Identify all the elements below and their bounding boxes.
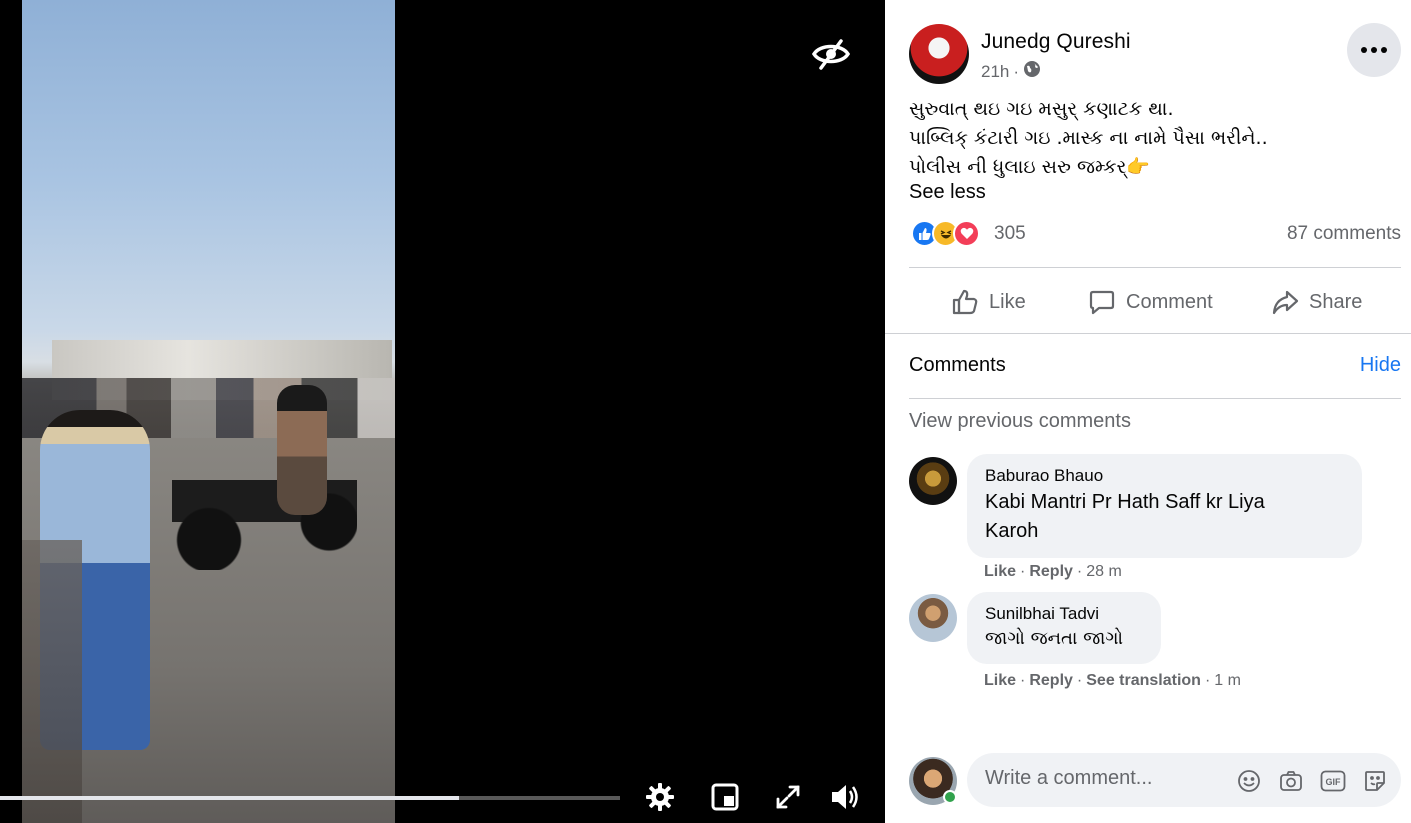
post-time[interactable]: 21h: [981, 62, 1009, 82]
video-frame[interactable]: [22, 0, 395, 823]
volume-icon[interactable]: [828, 780, 862, 814]
reaction-count: 305: [994, 222, 1026, 244]
section-divider: [885, 333, 1411, 334]
comment-actions: Like · Reply · See translation · 1 m: [984, 672, 1241, 690]
meta-separator: ·: [1013, 61, 1020, 81]
post-side-panel: Junedg Qureshi 21h · સુરુવાત્ થઇ ગઇ મસુર…: [885, 0, 1411, 823]
more-options-button[interactable]: [1347, 23, 1401, 77]
comment-reply-link[interactable]: Reply: [1029, 563, 1073, 581]
svg-text:GIF: GIF: [1326, 777, 1342, 787]
comments-heading: Comments: [909, 354, 1006, 376]
post-meta: 21h ·: [981, 60, 1041, 83]
comment-time[interactable]: 1 m: [1214, 672, 1241, 690]
love-reaction-icon: [953, 220, 980, 247]
fullscreen-icon[interactable]: [771, 780, 805, 814]
comment-text: Karoh: [985, 520, 1039, 542]
post-text-line: પાબ્લિક્ કંટારી ગઇ .માસ્ક ના નામે પૈસા ભ…: [909, 127, 1268, 149]
gif-icon[interactable]: GIF: [1319, 767, 1347, 795]
like-label: Like: [989, 290, 1026, 313]
like-button[interactable]: Like: [951, 280, 1026, 324]
post-text: સુરુવાત્ થઇ ગઇ મસુર્ કણાટક થા. પાબ્લિક્ …: [909, 95, 1389, 182]
share-button[interactable]: Share: [1271, 280, 1362, 324]
video-progress-bar[interactable]: [0, 796, 620, 800]
comment-bubble: Sunilbhai Tadvi જાગો જનતા જાગો: [967, 592, 1161, 664]
comment-actions: Like · Reply · 28 m: [984, 563, 1122, 581]
post-text-line: પોલીસ ની ધુલાઇ સરુ જમ્કર્👉: [909, 156, 1151, 178]
divider: [909, 398, 1401, 399]
see-less-link[interactable]: See less: [909, 181, 986, 204]
emoji-icon[interactable]: [1235, 767, 1263, 795]
comment-like-link[interactable]: Like: [984, 563, 1016, 581]
left-figure: [22, 540, 82, 823]
rider: [277, 385, 327, 515]
author-name[interactable]: Junedg Qureshi: [981, 30, 1131, 54]
see-translation-link[interactable]: See translation: [1086, 672, 1201, 690]
video-player[interactable]: [0, 0, 885, 823]
camera-icon[interactable]: [1277, 767, 1305, 795]
divider: [909, 267, 1401, 268]
dot-separator: ·: [1076, 563, 1083, 580]
comment-icon: [1089, 290, 1115, 315]
comment-button[interactable]: Comment: [1088, 280, 1213, 324]
gear-icon[interactable]: [643, 780, 677, 814]
share-icon: [1272, 290, 1299, 315]
comment-text: Kabi Mantri Pr Hath Saff kr Liya: [985, 491, 1265, 513]
comment-like-link[interactable]: Like: [984, 672, 1016, 690]
dot-separator: ·: [1020, 672, 1026, 689]
reactions-summary[interactable]: 305: [911, 220, 1026, 247]
comment-reply-link[interactable]: Reply: [1029, 672, 1073, 690]
comment-bubble: Baburao Bhauo Kabi Mantri Pr Hath Saff k…: [967, 454, 1362, 558]
picture-in-picture-icon[interactable]: [708, 780, 742, 814]
sticker-icon[interactable]: [1361, 767, 1389, 795]
comment-count[interactable]: 87 comments: [1287, 223, 1401, 245]
dot-separator: ·: [1020, 563, 1026, 580]
comment-composer[interactable]: GIF: [967, 753, 1401, 807]
thumbs-up-icon: [952, 289, 978, 315]
more-dots-icon: [1361, 47, 1387, 53]
dot-separator: ·: [1076, 672, 1083, 689]
comment-text: જાગો જનતા જાગો: [985, 628, 1124, 649]
comment-input[interactable]: [985, 767, 1215, 790]
view-previous-comments-link[interactable]: View previous comments: [909, 410, 1131, 433]
comment-time[interactable]: 28 m: [1086, 563, 1122, 581]
commenter-name[interactable]: Baburao Bhauo: [985, 466, 1344, 486]
hide-comments-link[interactable]: Hide: [1360, 354, 1401, 377]
comment-label: Comment: [1126, 290, 1213, 313]
motorcycle: [172, 450, 357, 570]
share-label: Share: [1309, 290, 1363, 313]
globe-icon: [1023, 60, 1041, 83]
eye-slash-icon[interactable]: [810, 36, 852, 72]
video-progress-fill: [0, 796, 459, 800]
online-status-dot: [943, 790, 957, 804]
post-text-line: સુરુવાત્ થઇ ગઇ મસુર્ કણાટક થા.: [909, 98, 1174, 120]
dot-separator: ·: [1204, 672, 1211, 689]
author-avatar[interactable]: [909, 24, 969, 84]
commenter-name[interactable]: Sunilbhai Tadvi: [985, 604, 1143, 624]
commenter-avatar[interactable]: [909, 457, 957, 505]
commenter-avatar[interactable]: [909, 594, 957, 642]
